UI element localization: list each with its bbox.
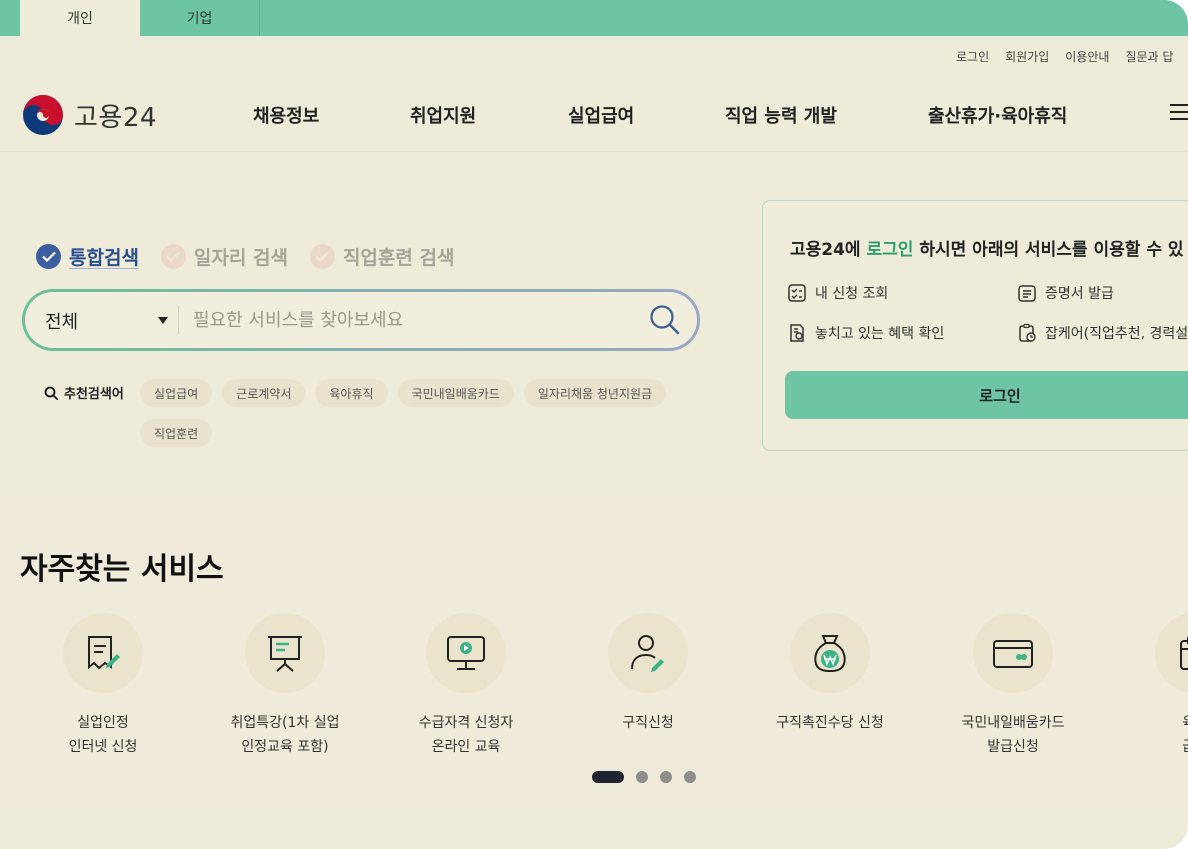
- calendar-icon: [1180, 637, 1188, 670]
- tab-label: 일자리 검색: [193, 247, 288, 269]
- search-input[interactable]: [193, 305, 633, 335]
- keyword-chip[interactable]: 실업급여: [140, 379, 213, 407]
- check-circle-icon: [160, 244, 186, 269]
- caret-down-icon[interactable]: [158, 317, 168, 324]
- service-label: 수급자격 신청자 온라인 교육: [418, 715, 514, 755]
- icon-circle: [608, 613, 688, 693]
- login-card-title: 고용24에 로그인 하시면 아래의 서비스를 이용할 수 있: [790, 235, 1184, 260]
- search-box: 전체: [22, 289, 700, 351]
- audience-tab-bar: 개인 기업: [0, 0, 1188, 36]
- service-item[interactable]: 육아 급여: [1104, 613, 1188, 759]
- item-label: 내 신청 조회: [815, 286, 889, 302]
- icon-circle: [426, 613, 506, 693]
- item-label: 증명서 발급: [1045, 286, 1114, 302]
- icon-circle: [973, 613, 1053, 693]
- pagination-dot-4[interactable]: [684, 771, 696, 783]
- clipboard-clock-icon: [1019, 323, 1036, 342]
- item-label: 놓치고 있는 혜택 확인: [815, 326, 945, 342]
- card-icon: [993, 640, 1033, 668]
- utility-nav: 로그인 회원가입 이용안내 질문과 답: [956, 48, 1173, 65]
- tab-job-search[interactable]: 일자리 검색: [160, 243, 288, 270]
- service-item[interactable]: 구직촉진수당 신청: [739, 613, 921, 735]
- recommend-label: 추천검색어: [44, 383, 124, 402]
- keyword-chip[interactable]: 근로계약서: [222, 379, 306, 407]
- certificate-icon: [1018, 285, 1036, 302]
- hamburger-menu-icon[interactable]: [1170, 104, 1188, 122]
- tab-label: 통합검색: [69, 247, 139, 269]
- pagination-dot-3[interactable]: [660, 771, 672, 783]
- title-text: 하시면 아래의 서비스를 이용할 수 있: [913, 240, 1184, 260]
- check-circle-icon: [36, 244, 61, 269]
- login-highlight: 로그인: [866, 240, 914, 260]
- search-icon: [650, 305, 680, 335]
- service-label: 구직촉진수당 신청: [776, 715, 884, 731]
- icon-circle: [245, 613, 325, 693]
- service-label: 구직신청: [622, 715, 674, 731]
- service-item[interactable]: 국민내일배움카드 발급신청: [922, 613, 1104, 759]
- service-item[interactable]: 취업특강(1차 실업 인정교육 포함): [194, 613, 376, 759]
- gnb-item-parental-leave[interactable]: 출산휴가·육아휴직: [928, 102, 1067, 128]
- jobcare-link[interactable]: 잡케어(직업추천, 경력설: [1017, 323, 1188, 343]
- search-button[interactable]: [647, 302, 683, 338]
- tab-label: 직업훈련 검색: [342, 247, 455, 269]
- gnb-item-unemployment-benefit[interactable]: 실업급여: [568, 102, 634, 128]
- frequent-services-section: 자주찾는 서비스 실업인정 인터넷 신청 취업특강(1차 실업 인정교육 포함)…: [0, 498, 1188, 808]
- icon-circle: [1155, 613, 1188, 693]
- icon-circle: [790, 613, 870, 693]
- presentation-board-icon: [268, 636, 302, 672]
- service-item[interactable]: 수급자격 신청자 온라인 교육: [375, 613, 557, 759]
- keyword-chip[interactable]: 육아휴직: [315, 379, 388, 407]
- hero-section: 통합검색 일자리 검색 직업훈련 검색 전체 필요한 서비스를 찾아보세요 추천…: [0, 153, 1188, 498]
- divider: [178, 306, 179, 334]
- taegeuk-emblem-icon: [23, 95, 63, 135]
- section-title: 자주찾는 서비스: [20, 552, 224, 587]
- login-card: 고용24에 로그인 하시면 아래의 서비스를 이용할 수 있 내 신청 조회 증…: [762, 200, 1188, 451]
- monitor-play-icon: [447, 636, 485, 670]
- faq-link[interactable]: 질문과 답: [1125, 48, 1173, 65]
- tab-integrated-search[interactable]: 통합검색: [36, 243, 139, 270]
- carousel-pagination: [592, 771, 696, 783]
- gnb-item-employment-support[interactable]: 취업지원: [410, 102, 476, 128]
- keyword-chip[interactable]: 국민내일배움카드: [397, 379, 514, 407]
- tab-personal[interactable]: 개인: [20, 0, 140, 36]
- keyword-chip[interactable]: 직업훈련: [140, 419, 213, 447]
- checklist-icon: [788, 284, 806, 302]
- item-label: 잡케어(직업추천, 경력설: [1045, 326, 1188, 342]
- money-bag-icon: [814, 635, 846, 673]
- page: 개인 기업 로그인 회원가입 이용안내 질문과 답 고용24 채용정보 취업지원…: [0, 0, 1188, 849]
- pagination-dot-2[interactable]: [636, 771, 648, 783]
- guide-link[interactable]: 이용안내: [1065, 48, 1109, 65]
- category-select[interactable]: 전체: [45, 308, 78, 334]
- gnb-item-vocational-training[interactable]: 직업 능력 개발: [725, 102, 837, 128]
- logo[interactable]: 고용24: [22, 94, 157, 136]
- service-label: 취업특강(1차 실업 인정교육 포함): [230, 715, 340, 755]
- keyword-chip[interactable]: 일자리채움 청년지원금: [523, 379, 667, 407]
- gnb-item-jobs[interactable]: 채용정보: [253, 102, 319, 128]
- tab-training-search[interactable]: 직업훈련 검색: [309, 243, 455, 270]
- search-type-tabs: 통합검색 일자리 검색 직업훈련 검색: [36, 243, 454, 270]
- service-item[interactable]: 실업인정 인터넷 신청: [12, 613, 194, 759]
- document-pen-icon: [88, 636, 120, 670]
- recommend-label-text: 추천검색어: [64, 387, 124, 402]
- service-label: 국민내일배움카드 발급신청: [961, 715, 1065, 755]
- person-pen-icon: [631, 635, 664, 672]
- certificate-link[interactable]: 증명서 발급: [1017, 283, 1114, 303]
- service-item[interactable]: 구직신청: [557, 613, 739, 735]
- login-link[interactable]: 로그인: [956, 48, 989, 65]
- service-label: 실업인정 인터넷 신청: [68, 715, 138, 755]
- search-icon: [44, 386, 58, 400]
- missed-benefits-link[interactable]: 놓치고 있는 혜택 확인: [787, 323, 944, 343]
- pagination-dot-1[interactable]: [592, 771, 624, 783]
- document-search-icon: [790, 324, 804, 342]
- logo-text: 고용24: [74, 102, 157, 133]
- check-circle-icon: [309, 244, 335, 269]
- service-label: 육아 급여: [1104, 711, 1188, 759]
- title-text: 고용24에: [790, 240, 867, 260]
- tab-business[interactable]: 기업: [140, 0, 260, 36]
- site-header: 고용24 채용정보 취업지원 실업급여 직업 능력 개발 출산휴가·육아휴직: [0, 76, 1188, 152]
- my-applications-link[interactable]: 내 신청 조회: [787, 283, 888, 303]
- icon-circle: [63, 613, 143, 693]
- login-button[interactable]: 로그인: [785, 371, 1188, 419]
- signup-link[interactable]: 회원가입: [1005, 48, 1049, 65]
